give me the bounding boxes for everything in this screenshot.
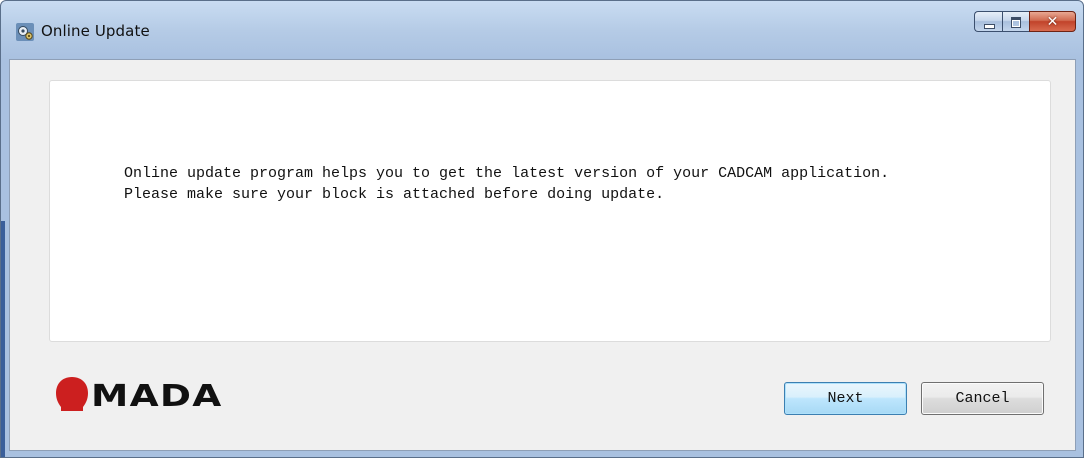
online-update-window: Online Update ✕ Online update program he…	[0, 0, 1084, 458]
message-panel: Online update program helps you to get t…	[49, 80, 1051, 342]
window-title: Online Update	[41, 22, 150, 40]
next-button[interactable]: Next	[784, 382, 907, 415]
amada-logo-mark	[54, 374, 90, 412]
dialog-client-area: Online update program helps you to get t…	[9, 59, 1076, 451]
close-icon: ✕	[1046, 13, 1059, 30]
maximize-button[interactable]	[1002, 11, 1029, 32]
gears-icon[interactable]	[16, 23, 34, 41]
message-line-1: Online update program helps you to get t…	[124, 165, 890, 182]
cancel-button[interactable]: Cancel	[921, 382, 1044, 415]
title-bar[interactable]: Online Update ✕	[1, 1, 1083, 59]
message-line-2: Please make sure your block is attached …	[124, 186, 665, 203]
window-edge-strip	[1, 221, 5, 457]
minimize-button[interactable]	[974, 11, 1002, 32]
amada-logo-text: MADA	[91, 379, 223, 414]
maximize-icon	[1011, 17, 1021, 28]
minimize-icon	[984, 24, 995, 29]
caption-buttons: ✕	[974, 11, 1076, 33]
amada-logo: MADA	[54, 372, 221, 412]
close-button[interactable]: ✕	[1029, 11, 1076, 32]
